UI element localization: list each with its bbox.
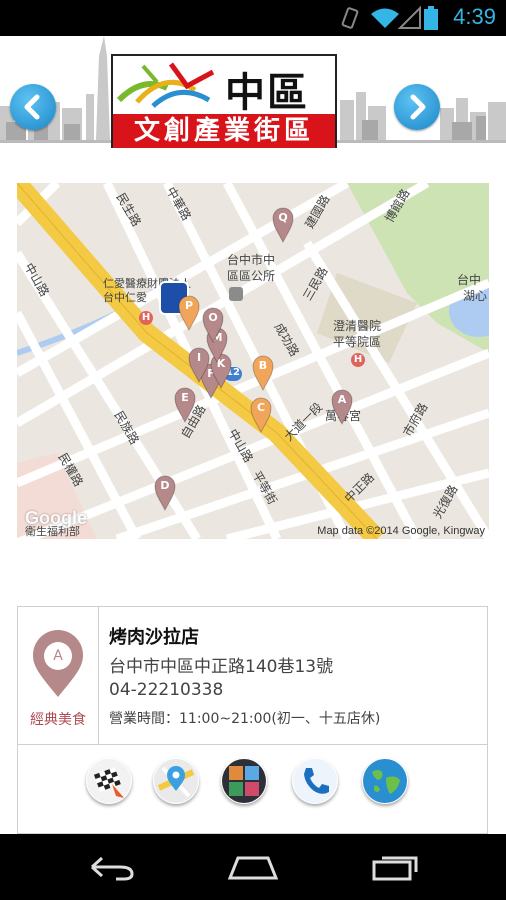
map-marker-o[interactable]: O bbox=[202, 307, 224, 344]
map-label: 湖心 bbox=[463, 289, 488, 303]
map-marker-c[interactable]: C bbox=[250, 397, 272, 434]
google-logo: Google bbox=[25, 508, 87, 528]
header-banner: 中區 文創產業街區 bbox=[0, 36, 506, 148]
store-address: 台中市中區中正路140巷13號 bbox=[109, 657, 334, 677]
chevron-left-icon bbox=[24, 94, 40, 120]
previous-button[interactable] bbox=[10, 84, 56, 130]
system-navigation-bar bbox=[0, 834, 506, 900]
map-attribution: Map data ©2014 Google, Kingway bbox=[317, 525, 485, 537]
store-map[interactable]: 台中市中 區區公所 仁愛醫療財團法人 台中仁愛 澄清醫院 平等院區 台中 湖心 … bbox=[17, 183, 489, 539]
chevron-right-icon bbox=[410, 94, 426, 120]
category-badge: A 經典美食 bbox=[18, 607, 99, 744]
map-marker-d[interactable]: D bbox=[154, 475, 176, 512]
map-icon bbox=[154, 759, 198, 803]
recent-apps-icon[interactable] bbox=[370, 852, 422, 882]
signal-icon bbox=[398, 6, 421, 29]
category-label: 經典美食 bbox=[30, 712, 86, 728]
map-marker-a[interactable]: A bbox=[331, 389, 353, 426]
phone-icon bbox=[293, 759, 337, 803]
vibrate-icon bbox=[341, 7, 359, 29]
store-card: A 經典美食 烤肉沙拉店 台中市中區中正路140巷13號 04-22210338… bbox=[17, 606, 488, 834]
checkered-flag-icon bbox=[87, 759, 131, 803]
navigate-button[interactable] bbox=[86, 758, 132, 804]
map-marker-letter: D bbox=[160, 479, 170, 492]
store-name: 烤肉沙拉店 bbox=[109, 627, 199, 648]
wifi-icon bbox=[371, 8, 399, 28]
hospital-icon: H bbox=[351, 353, 365, 367]
map-marker-e[interactable]: E bbox=[174, 387, 196, 424]
map-label: 台中 bbox=[457, 273, 482, 287]
card-divider bbox=[18, 744, 487, 745]
map-label: 台中市中 bbox=[227, 253, 276, 267]
photos-button[interactable] bbox=[221, 758, 267, 804]
status-time: 4:39 bbox=[453, 4, 496, 29]
map-marker-letter: C bbox=[256, 401, 266, 414]
map-marker-letter: Q bbox=[278, 211, 288, 224]
globe-icon bbox=[363, 759, 407, 803]
logo-title: 中區 bbox=[225, 70, 309, 116]
category-letter: A bbox=[53, 648, 63, 664]
hospital-icon: H bbox=[139, 311, 153, 325]
home-icon[interactable] bbox=[226, 852, 280, 882]
map-marker-letter: P bbox=[184, 299, 194, 312]
map-button[interactable] bbox=[153, 758, 199, 804]
map-label: 區區公所 bbox=[227, 269, 276, 283]
photos-icon bbox=[222, 759, 266, 803]
website-button[interactable] bbox=[362, 758, 408, 804]
call-button[interactable] bbox=[292, 758, 338, 804]
store-hours: 營業時間：11:00~21:00(初一、十五店休) bbox=[109, 711, 381, 727]
store-phone: 04-22210338 bbox=[109, 680, 224, 700]
map-label: 台中仁愛 bbox=[103, 291, 147, 304]
map-label: 澄清醫院 bbox=[333, 319, 382, 333]
map-marker-p[interactable]: P bbox=[178, 295, 200, 332]
status-bar: 4:39 bbox=[0, 0, 506, 36]
map-marker-letter: A bbox=[337, 393, 347, 406]
map-marker-letter: O bbox=[208, 311, 218, 324]
battery-icon bbox=[424, 6, 438, 30]
next-button[interactable] bbox=[394, 84, 440, 130]
map-marker-b[interactable]: B bbox=[252, 355, 274, 392]
back-icon[interactable] bbox=[86, 852, 136, 882]
logo-subtitle: 文創產業街區 bbox=[113, 114, 335, 148]
map-marker-letter: E bbox=[181, 391, 189, 404]
map-marker-letter: B bbox=[258, 359, 268, 372]
district-logo: 中區 文創產業街區 bbox=[111, 54, 337, 148]
government-icon bbox=[229, 287, 243, 301]
map-label: 平等院區 bbox=[333, 335, 382, 349]
map-marker-q[interactable]: Q bbox=[272, 207, 294, 244]
